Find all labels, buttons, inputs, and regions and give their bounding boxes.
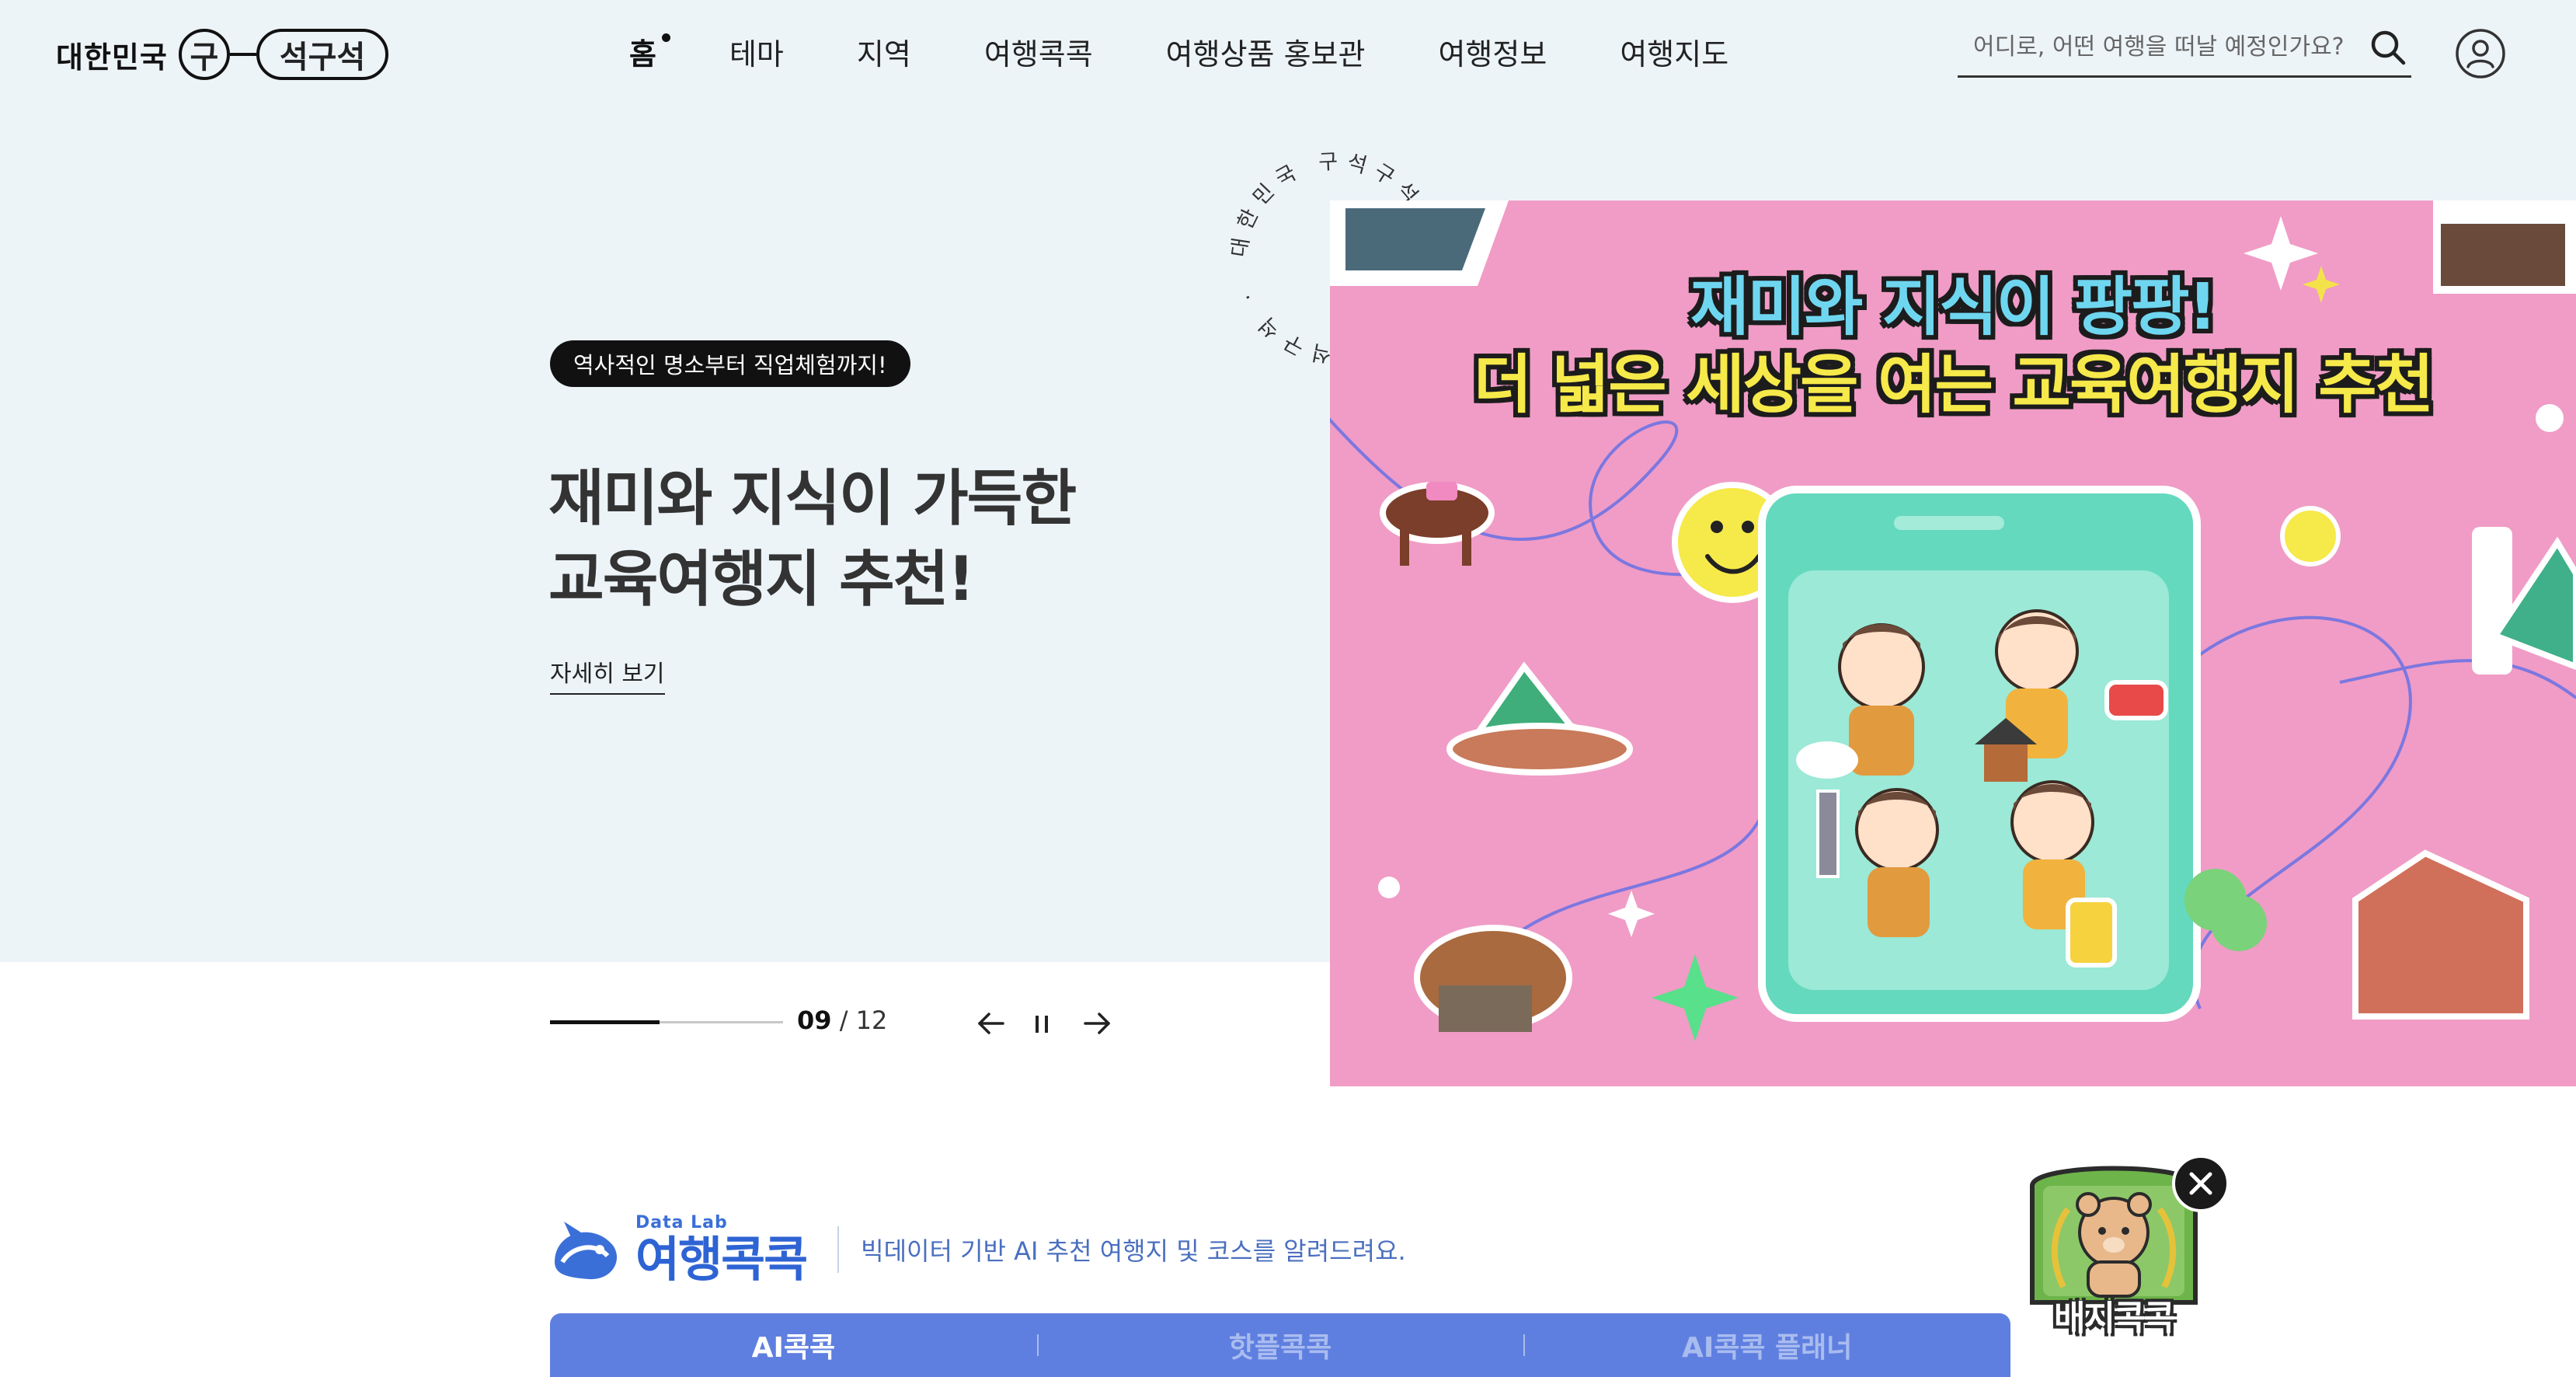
next-arrow-icon[interactable] bbox=[1078, 1004, 1117, 1043]
nav-item-theme[interactable]: 테마 bbox=[729, 30, 784, 73]
site-logo[interactable]: 대한민국 구 석구석 bbox=[56, 26, 389, 82]
logo-prefix: 대한민국 bbox=[56, 40, 168, 75]
slide-current: 09 bbox=[797, 1006, 832, 1035]
hero-tag-badge: 역사적인 명소부터 직업체험까지! bbox=[550, 340, 910, 387]
nav-item-travel-kokkok[interactable]: 여행콕콕 bbox=[984, 30, 1093, 73]
user-icon[interactable] bbox=[2455, 28, 2506, 79]
slide-total: 12 bbox=[855, 1006, 888, 1035]
hero-title: 재미와 지식이 가득한 교육여행지 추천! bbox=[548, 458, 1139, 620]
nav-item-home[interactable]: 홈 bbox=[629, 30, 670, 73]
search-icon[interactable] bbox=[2365, 24, 2411, 71]
slide-separator: / bbox=[839, 1006, 848, 1035]
search-bar bbox=[1958, 19, 2411, 78]
datalab-logo: Data Lab 여행콕콕 bbox=[548, 1212, 808, 1288]
logo-dash bbox=[229, 53, 256, 56]
search-input[interactable] bbox=[1958, 23, 2365, 71]
hero-title-line2: 교육여행지 추천! bbox=[548, 545, 975, 615]
datalab-small-label: Data Lab bbox=[635, 1212, 728, 1232]
logo-pill: 석구석 bbox=[256, 29, 389, 80]
datalab-description: 빅데이터 기반 AI 추천 여행지 및 코스를 알려드려요. bbox=[861, 1236, 1406, 1266]
hero-more-link[interactable]: 자세히 보기 bbox=[550, 654, 665, 695]
slide-counter: 09 / 12 bbox=[797, 1006, 887, 1035]
tab-ai-kokkok[interactable]: AI콕콕 bbox=[550, 1325, 1037, 1365]
nav-item-travel-map[interactable]: 여행지도 bbox=[1620, 30, 1728, 73]
slide-progress-track bbox=[550, 1020, 783, 1024]
main-nav: 홈 테마 지역 여행콕콕 여행상품 홍보관 여행정보 여행지도 bbox=[629, 28, 1801, 75]
datalab-tabs: AI콕콕 핫플콕콕 AI콕콕 플래너 bbox=[550, 1313, 2010, 1377]
datalab-mascot-icon bbox=[555, 1222, 618, 1280]
datalab-divider bbox=[837, 1226, 840, 1273]
tab-ai-planner[interactable]: AI콕콕 플래너 bbox=[1523, 1325, 2010, 1365]
slide-progress-fill bbox=[550, 1020, 660, 1024]
prev-arrow-icon[interactable] bbox=[971, 1004, 1010, 1043]
datalab-title: 여행콕콕 bbox=[635, 1230, 808, 1288]
tab-hotple-kokkok[interactable]: 핫플콕콕 bbox=[1036, 1325, 1524, 1365]
badge-label[interactable]: 배지콕콕 bbox=[2017, 1290, 2211, 1340]
close-icon[interactable] bbox=[2172, 1155, 2230, 1212]
site-header: 대한민국 구 석구석 홈 테마 지역 여행콕콕 여행상품 홍보관 여행정보 여행… bbox=[0, 0, 2576, 109]
banner-headline-line2: 더 넓은 세상을 여는 교육여행지 추천 bbox=[1473, 348, 2434, 422]
hero-banner-image[interactable]: 재미와 지식이 팡팡! 더 넓은 세상을 여는 교육여행지 추천 bbox=[1330, 200, 2576, 1086]
hero-title-line1: 재미와 지식이 가득한 bbox=[548, 464, 1077, 534]
logo-circle: 구 bbox=[178, 29, 230, 80]
datalab-section-header: Data Lab 여행콕콕 빅데이터 기반 AI 추천 여행지 및 코스를 알려… bbox=[548, 1203, 1406, 1296]
nav-item-product-hall[interactable]: 여행상품 홍보관 bbox=[1166, 30, 1366, 73]
nav-item-travel-info[interactable]: 여행정보 bbox=[1438, 30, 1547, 73]
pause-icon[interactable] bbox=[1022, 1004, 1061, 1043]
nav-item-region[interactable]: 지역 bbox=[857, 30, 911, 73]
